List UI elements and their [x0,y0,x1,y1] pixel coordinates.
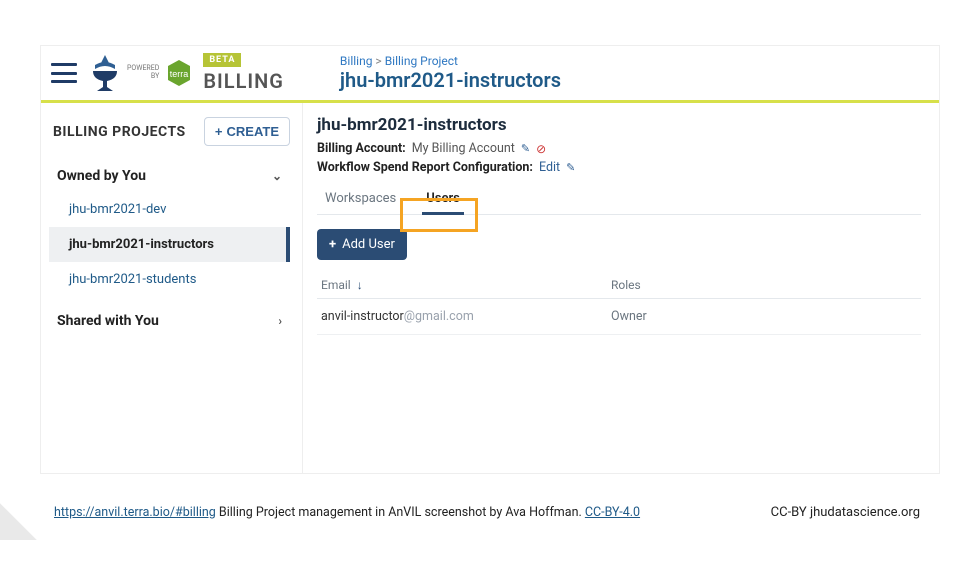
remove-icon[interactable]: ⊘ [536,142,546,156]
license-link[interactable]: CC-BY-4.0 [585,505,640,520]
sidebar-item-students[interactable]: jhu-bmr2021-students [49,262,290,297]
tab-users[interactable]: Users [422,185,464,214]
sidebar-item-instructors[interactable]: jhu-bmr2021-instructors [49,227,290,262]
sidebar-item-dev[interactable]: jhu-bmr2021-dev [49,192,290,227]
anvil-logo [89,53,121,93]
table-row[interactable]: anvil-instructor@gmail.com Owner [317,299,921,335]
attribution: CC-BY jhudatascience.org [771,505,920,520]
pencil-icon[interactable]: ✎ [566,161,575,174]
app-section-title: BILLING [203,69,284,93]
plus-icon: + [215,124,223,139]
source-link[interactable]: https://anvil.terra.bio/#billing [54,505,216,520]
powered-by-label: POWERED BY [127,65,159,80]
col-roles-label[interactable]: Roles [611,278,641,292]
billing-account-value: My Billing Account [412,141,515,156]
add-user-button[interactable]: + Add User [317,229,407,260]
col-email-label[interactable]: Email [321,278,351,292]
create-button[interactable]: + CREATE [204,117,290,146]
page-title: jhu-bmr2021-instructors [340,68,561,92]
corner-fold [0,488,52,540]
project-title: jhu-bmr2021-instructors [317,115,921,135]
billing-account-label: Billing Account: [317,141,406,156]
hamburger-menu[interactable] [51,63,77,83]
pencil-icon[interactable]: ✎ [521,142,530,155]
workflow-config-label: Workflow Spend Report Configuration: [317,160,533,175]
beta-badge: BETA [203,53,241,67]
sort-arrow-icon[interactable]: ↓ [357,278,363,292]
sidebar-section-owned[interactable]: Owned by You ⌄ [49,160,290,192]
chevron-right-icon: › [278,314,282,328]
chevron-down-icon: ⌄ [272,169,282,183]
sidebar-heading: BILLING PROJECTS [53,124,186,140]
caption: https://anvil.terra.bio/#billing Billing… [54,505,640,520]
plus-icon: + [329,237,336,252]
tab-workspaces[interactable]: Workspaces [321,185,400,214]
svg-text:terra: terra [170,69,189,79]
breadcrumb[interactable]: Billing > Billing Project [340,54,561,68]
table-header: Email ↓ Roles [317,272,921,299]
sidebar-section-shared[interactable]: Shared with You › [49,305,290,337]
workflow-edit-link[interactable]: Edit [539,160,560,175]
terra-logo: terra [165,59,193,87]
